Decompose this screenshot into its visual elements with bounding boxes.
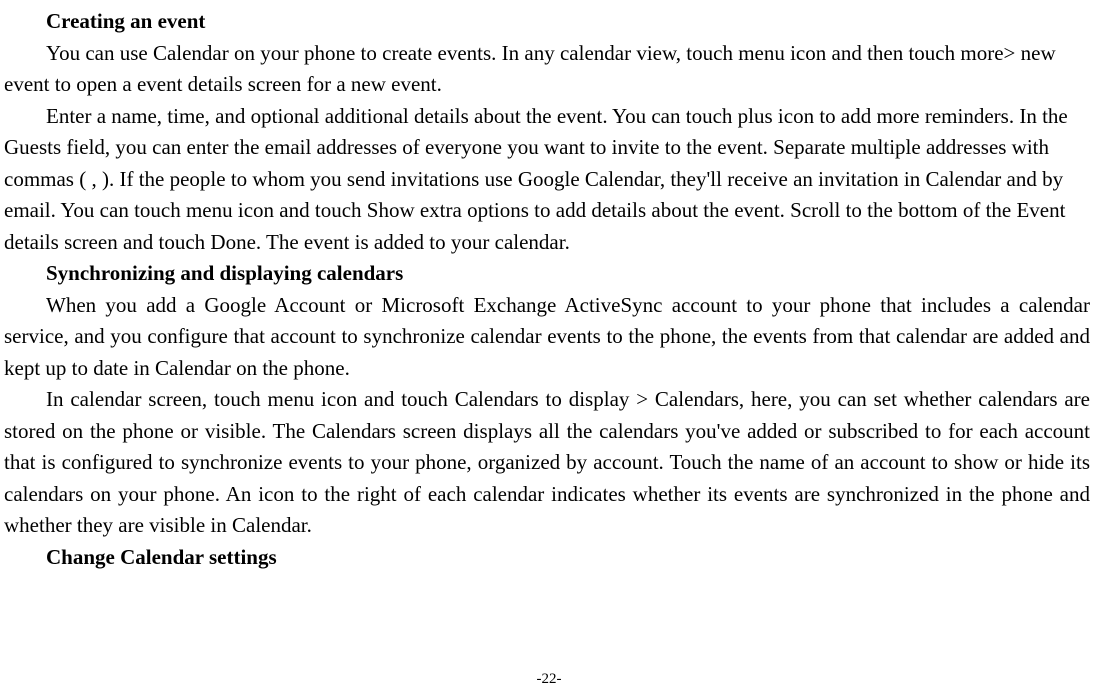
heading-sync-calendars: Synchronizing and displaying calendars — [4, 258, 1090, 290]
paragraph: In calendar screen, touch menu icon and … — [4, 384, 1090, 542]
paragraph: You can use Calendar on your phone to cr… — [4, 38, 1090, 101]
page-number: -22- — [0, 668, 1098, 691]
paragraph: Enter a name, time, and optional additio… — [4, 101, 1090, 259]
document-page: Creating an event You can use Calendar o… — [4, 6, 1090, 573]
heading-change-settings: Change Calendar settings — [4, 542, 1090, 574]
paragraph: When you add a Google Account or Microso… — [4, 290, 1090, 385]
heading-creating-event: Creating an event — [4, 6, 1090, 38]
